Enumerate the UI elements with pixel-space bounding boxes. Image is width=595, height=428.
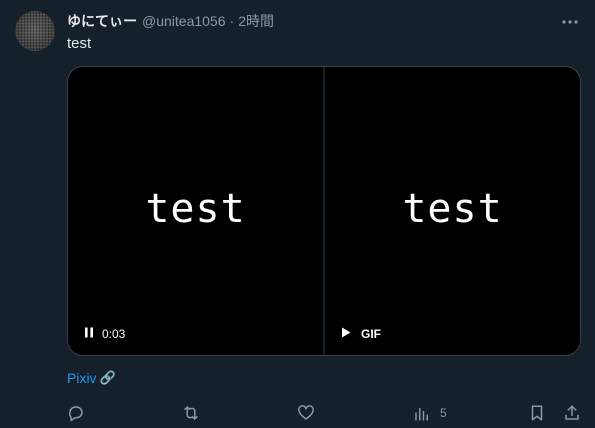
reply-icon	[67, 404, 85, 422]
share-button[interactable]	[563, 402, 581, 424]
gif-controls: GIF	[341, 327, 381, 341]
pause-icon[interactable]	[84, 327, 94, 341]
retweet-button[interactable]	[181, 402, 201, 424]
reply-button[interactable]	[67, 402, 85, 424]
pixiv-link[interactable]: Pixiv	[67, 370, 97, 386]
display-name[interactable]: ゆにてぃー	[67, 11, 137, 31]
gif-frame-text: test	[402, 186, 503, 232]
handle[interactable]: @unitea1056	[142, 13, 226, 29]
timestamp[interactable]: 2時間	[238, 11, 274, 31]
share-icon	[563, 404, 581, 422]
more-options-icon[interactable]	[561, 13, 579, 31]
avatar[interactable]	[15, 11, 55, 51]
separator: ·	[229, 13, 235, 29]
pixiv-link-row: Pixiv 🔗	[67, 370, 116, 386]
gif-badge: GIF	[361, 327, 381, 341]
link-emoji: 🔗	[99, 370, 116, 385]
views-count: 5	[440, 406, 447, 420]
video-time: 0:03	[102, 327, 126, 341]
retweet-icon	[181, 404, 201, 422]
video-controls: 0:03	[84, 327, 125, 341]
heart-icon	[297, 404, 315, 422]
views-icon	[413, 404, 431, 422]
play-icon[interactable]	[341, 327, 351, 341]
views-button[interactable]: 5	[413, 402, 447, 424]
gif-media[interactable]: test GIF	[323, 67, 580, 355]
tweet-header: ゆにてぃー @unitea1056 · 2時間	[67, 11, 581, 31]
media-grid: test 0:03 test GIF	[67, 66, 581, 356]
like-button[interactable]	[297, 402, 315, 424]
video-frame-text: test	[145, 186, 246, 232]
bookmark-button[interactable]	[529, 402, 545, 424]
video-media[interactable]: test 0:03	[68, 67, 323, 355]
action-bar: 5	[67, 402, 583, 424]
tweet-text: test	[67, 35, 92, 52]
bookmark-icon	[529, 404, 545, 422]
